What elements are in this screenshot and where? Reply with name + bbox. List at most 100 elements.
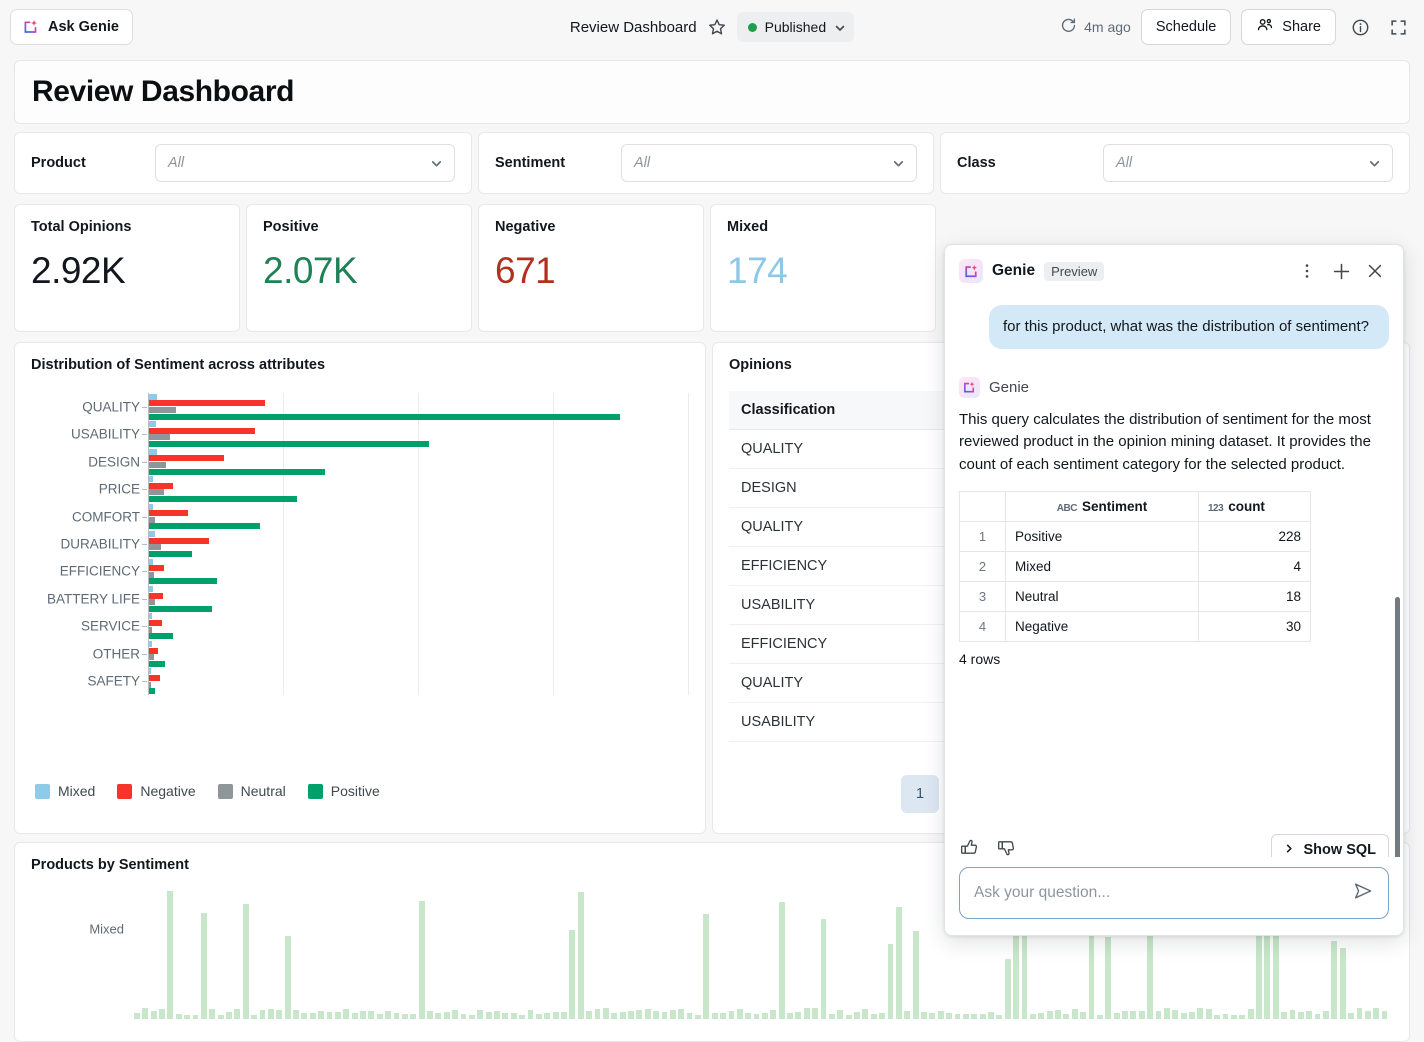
- bar-product[interactable]: [209, 1009, 215, 1019]
- bar-product[interactable]: [980, 1014, 986, 1019]
- bar-product[interactable]: [193, 1015, 199, 1019]
- legend-item[interactable]: Positive: [308, 783, 380, 799]
- bar-product[interactable]: [1206, 1009, 1212, 1019]
- legend-item[interactable]: Mixed: [35, 783, 95, 799]
- bar-product[interactable]: [1197, 1008, 1203, 1019]
- bar-mixed[interactable]: [149, 449, 157, 455]
- bar-product[interactable]: [368, 1011, 374, 1019]
- bar-product[interactable]: [452, 1010, 458, 1019]
- bar-product[interactable]: [519, 1015, 525, 1019]
- bar-product[interactable]: [1038, 1013, 1044, 1019]
- bar-product[interactable]: [712, 1013, 718, 1019]
- bar-product[interactable]: [385, 1011, 391, 1019]
- bar-product[interactable]: [1290, 1010, 1296, 1019]
- bar-negative[interactable]: [149, 483, 173, 489]
- bar-product[interactable]: [301, 1013, 307, 1019]
- bar-product[interactable]: [167, 891, 173, 1019]
- bar-product[interactable]: [1239, 1015, 1245, 1019]
- ask-genie-button[interactable]: Ask Genie: [10, 9, 133, 45]
- bar-product[interactable]: [1189, 1012, 1195, 1019]
- share-button[interactable]: Share: [1241, 9, 1336, 45]
- bar-product[interactable]: [276, 1010, 282, 1019]
- bar-product[interactable]: [1013, 925, 1019, 1019]
- bar-product[interactable]: [1357, 1008, 1363, 1019]
- table-row[interactable]: 2Mixed4: [960, 551, 1311, 581]
- bar-product[interactable]: [904, 1011, 910, 1019]
- bar-product[interactable]: [318, 1011, 324, 1019]
- bar-product[interactable]: [251, 1015, 257, 1019]
- bar-product[interactable]: [862, 1009, 868, 1019]
- bar-product[interactable]: [1164, 1008, 1170, 1019]
- bar-product[interactable]: [938, 1011, 944, 1019]
- bar-negative[interactable]: [149, 400, 265, 406]
- bar-product[interactable]: [762, 1013, 768, 1019]
- bar-product[interactable]: [595, 1009, 601, 1019]
- bar-product[interactable]: [1281, 1012, 1287, 1019]
- bar-product[interactable]: [929, 1013, 935, 1019]
- bar-product[interactable]: [946, 1013, 952, 1019]
- bar-product[interactable]: [1331, 941, 1337, 1019]
- bar-negative[interactable]: [149, 620, 162, 626]
- bar-product[interactable]: [243, 904, 249, 1019]
- bar-product[interactable]: [678, 1009, 684, 1019]
- filter-sentiment-select[interactable]: All: [621, 144, 917, 182]
- bar-product[interactable]: [586, 1011, 592, 1019]
- column-header-count[interactable]: 123 count: [1199, 491, 1311, 521]
- bar-product[interactable]: [360, 1011, 366, 1019]
- legend-item[interactable]: Negative: [117, 783, 195, 799]
- bar-product[interactable]: [142, 1008, 148, 1019]
- bar-negative[interactable]: [149, 675, 160, 681]
- bar-product[interactable]: [1080, 1012, 1086, 1019]
- bar-product[interactable]: [486, 1012, 492, 1019]
- bar-product[interactable]: [469, 1015, 475, 1019]
- bar-negative[interactable]: [149, 428, 255, 434]
- bar-product[interactable]: [528, 1010, 534, 1019]
- bar-product[interactable]: [569, 930, 575, 1019]
- new-chat-plus-icon[interactable]: [1327, 257, 1355, 285]
- bar-product[interactable]: [1298, 1012, 1304, 1019]
- bar-product[interactable]: [394, 1013, 400, 1019]
- bar-product[interactable]: [1223, 1014, 1229, 1019]
- bar-product[interactable]: [444, 1012, 450, 1019]
- bar-product[interactable]: [921, 1012, 927, 1019]
- bar-product[interactable]: [1315, 1014, 1321, 1019]
- fullscreen-icon[interactable]: [1384, 13, 1412, 41]
- bar-product[interactable]: [628, 1011, 634, 1019]
- bar-product[interactable]: [1047, 1011, 1053, 1019]
- filter-class-select[interactable]: All: [1103, 144, 1393, 182]
- pagination-page-1[interactable]: 1: [901, 775, 939, 813]
- bar-product[interactable]: [536, 1014, 542, 1019]
- send-icon[interactable]: [1352, 880, 1374, 907]
- bar-mixed[interactable]: [149, 421, 156, 427]
- bar-product[interactable]: [1172, 1010, 1178, 1019]
- bar-mixed[interactable]: [149, 559, 153, 565]
- bar-product[interactable]: [159, 1009, 165, 1019]
- bar-neutral[interactable]: [149, 572, 154, 578]
- bar-mixed[interactable]: [149, 504, 153, 510]
- more-options-icon[interactable]: [1293, 257, 1321, 285]
- bar-product[interactable]: [553, 1012, 559, 1019]
- bar-mixed[interactable]: [149, 586, 153, 592]
- bar-product[interactable]: [829, 1014, 835, 1019]
- bar-product[interactable]: [201, 913, 207, 1019]
- bar-product[interactable]: [729, 1011, 735, 1019]
- bar-product[interactable]: [1231, 1015, 1237, 1019]
- bar-negative[interactable]: [149, 510, 188, 516]
- bar-product[interactable]: [1181, 1013, 1187, 1019]
- schedule-button[interactable]: Schedule: [1141, 9, 1231, 45]
- bar-product[interactable]: [703, 914, 709, 1019]
- bar-product[interactable]: [795, 1012, 801, 1019]
- bar-product[interactable]: [310, 1013, 316, 1019]
- bar-product[interactable]: [1214, 1015, 1220, 1019]
- bar-positive[interactable]: [149, 633, 173, 639]
- bar-product[interactable]: [745, 1013, 751, 1019]
- bar-positive[interactable]: [149, 606, 212, 612]
- bar-product[interactable]: [1340, 948, 1346, 1019]
- table-row[interactable]: 3Neutral18: [960, 581, 1311, 611]
- filter-product-select[interactable]: All: [155, 144, 455, 182]
- bar-product[interactable]: [996, 1015, 1002, 1019]
- bar-product[interactable]: [603, 1008, 609, 1019]
- bar-product[interactable]: [653, 1011, 659, 1019]
- bar-mixed[interactable]: [149, 476, 153, 482]
- last-refresh-group[interactable]: 4m ago: [1060, 17, 1131, 37]
